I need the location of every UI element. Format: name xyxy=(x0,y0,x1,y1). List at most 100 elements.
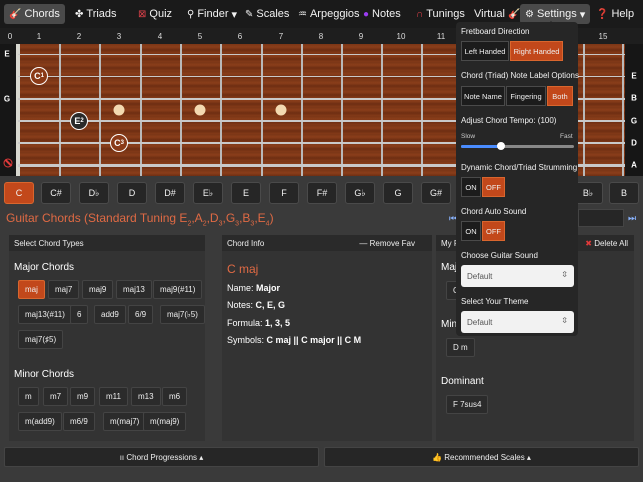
auto-sound-on-button[interactable]: ON xyxy=(461,221,481,241)
chord-type-chip[interactable]: 6 xyxy=(70,305,89,324)
chord-progressions-button[interactable]: ıı Chord Progressions ▴ xyxy=(4,447,319,467)
string-label: A xyxy=(631,160,637,170)
inlay-marker xyxy=(194,104,206,116)
chord-type-chip[interactable]: m6/9 xyxy=(63,412,95,431)
key-button[interactable]: E xyxy=(231,182,261,204)
remove-fav-button[interactable]: — Remove Fav xyxy=(359,239,415,248)
title-text: ,B xyxy=(239,211,251,225)
chevron-updown-icon: ⇳ xyxy=(561,270,568,279)
muted-string-icon[interactable] xyxy=(3,158,13,168)
strumming-on-button[interactable]: ON xyxy=(461,177,481,197)
close-icon: ✖ xyxy=(585,238,595,248)
key-button[interactable]: G xyxy=(383,182,413,204)
chord-note[interactable]: C1 xyxy=(30,67,48,85)
chord-type-chip[interactable]: maj7 xyxy=(48,280,80,299)
fret-number: 15 xyxy=(598,32,608,41)
scroll-right-icon[interactable]: ⏭ xyxy=(628,213,636,224)
fret-number: 0 xyxy=(7,32,13,41)
chord-type-chip[interactable]: maj9(#11) xyxy=(153,280,203,299)
nav-tunings[interactable]: ∩ Tunings xyxy=(411,4,470,24)
fav-chip-minor[interactable]: D m xyxy=(446,338,475,357)
scroll-strip[interactable] xyxy=(578,209,624,227)
nav-arpeggios[interactable]: ♒ Arpeggios xyxy=(293,4,365,24)
recommended-scales-button[interactable]: 👍 Recommended Scales ▴ xyxy=(324,447,639,467)
chord-type-chip[interactable]: maj7(♭5) xyxy=(160,305,205,324)
fret-wire xyxy=(140,44,142,176)
fret-wire xyxy=(421,44,423,176)
note-name-button[interactable]: Note Name xyxy=(461,86,505,106)
delete-all-button[interactable]: ✖ Delete All xyxy=(585,239,628,248)
fret-number: 10 xyxy=(396,32,406,41)
auto-sound-label: Chord Auto Sound xyxy=(461,207,527,216)
chevron-down-icon: ▾ xyxy=(231,8,238,21)
key-button[interactable]: F# xyxy=(307,182,337,204)
key-button[interactable]: C# xyxy=(41,182,71,204)
nav-help[interactable]: ❓ Help xyxy=(591,4,639,24)
fret-number: 6 xyxy=(237,32,243,41)
note-finger: 1 xyxy=(40,73,44,79)
chord-symbols-line: Symbols: C maj || C major || C M xyxy=(227,335,362,345)
string-label: E xyxy=(631,71,637,81)
open-string-label: G xyxy=(3,94,11,104)
chord-type-chip[interactable]: add9 xyxy=(94,305,126,324)
fret-number: 1 xyxy=(36,32,42,41)
auto-sound-off-button[interactable]: OFF xyxy=(482,221,505,241)
key-button[interactable]: D xyxy=(117,182,147,204)
fret-wire xyxy=(220,44,222,176)
chord-type-chip[interactable]: maj xyxy=(18,280,45,299)
fretboard-nut xyxy=(16,44,20,176)
chord-type-chip[interactable]: m11 xyxy=(99,387,128,406)
chord-note[interactable]: E2 xyxy=(70,112,88,130)
chord-type-chip[interactable]: m(add9) xyxy=(18,412,62,431)
guitar-icon: 🎸 xyxy=(9,8,22,20)
nav-scales[interactable]: ✎ Scales xyxy=(240,4,294,24)
nav-triads[interactable]: ✤ Triads xyxy=(70,4,122,24)
chevron-updown-icon: ⇳ xyxy=(561,316,568,325)
chord-type-chip[interactable]: maj7(♯5) xyxy=(18,330,64,349)
chord-type-chip[interactable]: m9 xyxy=(70,387,96,406)
string-label: G xyxy=(630,116,638,126)
key-button[interactable]: C xyxy=(4,182,34,204)
fingering-button[interactable]: Fingering xyxy=(506,86,546,106)
chord-type-chip[interactable]: maj13(#11) xyxy=(18,305,72,324)
key-button[interactable]: F xyxy=(269,182,299,204)
chord-type-chip[interactable]: m xyxy=(18,387,39,406)
arpeggio-icon: ♒ xyxy=(298,8,307,20)
search-icon: ⚲ xyxy=(187,8,195,20)
nav-finder[interactable]: ⚲ Finder ▾ xyxy=(182,4,242,24)
nav-notes[interactable]: ● Notes xyxy=(358,4,406,24)
inlay-marker xyxy=(113,104,125,116)
notes-icon: ● xyxy=(363,8,370,20)
fret-number: 8 xyxy=(318,32,324,41)
guitar-sound-select[interactable]: Default ⇳ xyxy=(461,265,574,287)
fav-chip-dominant[interactable]: F 7sus4 xyxy=(446,395,489,414)
chord-type-chip[interactable]: 6/9 xyxy=(128,305,154,324)
chevron-up-icon: ▴ xyxy=(197,452,204,462)
right-handed-button[interactable]: Right Handed xyxy=(510,41,563,61)
chord-type-chip[interactable]: maj13 xyxy=(116,280,152,299)
both-button[interactable]: Both xyxy=(547,86,573,106)
key-button[interactable]: B xyxy=(609,182,639,204)
key-button[interactable]: G# xyxy=(421,182,451,204)
key-button[interactable]: G♭ xyxy=(345,182,375,204)
chord-type-chip[interactable]: m13 xyxy=(131,387,161,406)
chord-type-chip[interactable]: maj9 xyxy=(82,280,114,299)
chord-type-chip[interactable]: m(maj9) xyxy=(143,412,187,431)
nav-quiz[interactable]: ⊠ Quiz xyxy=(133,4,177,24)
theme-select[interactable]: Default ⇳ xyxy=(461,311,574,333)
tempo-slider-knob[interactable] xyxy=(496,142,505,150)
chord-type-chip[interactable]: m(maj7) xyxy=(103,412,147,431)
chevron-down-icon: ▾ xyxy=(579,8,586,21)
strumming-off-button[interactable]: OFF xyxy=(482,177,505,197)
chord-type-chip[interactable]: m6 xyxy=(162,387,188,406)
key-button[interactable]: D# xyxy=(155,182,185,204)
chord-type-chip[interactable]: m7 xyxy=(43,387,69,406)
chord-note[interactable]: C3 xyxy=(110,134,128,152)
minus-icon: — xyxy=(359,238,370,248)
nav-virtual[interactable]: Virtual 🎸 xyxy=(469,4,525,24)
key-button[interactable]: D♭ xyxy=(79,182,109,204)
left-handed-button[interactable]: Left Handed xyxy=(461,41,509,61)
nav-chords[interactable]: 🎸 Chords xyxy=(4,4,65,24)
key-button[interactable]: E♭ xyxy=(193,182,223,204)
fret-wire xyxy=(622,44,624,176)
